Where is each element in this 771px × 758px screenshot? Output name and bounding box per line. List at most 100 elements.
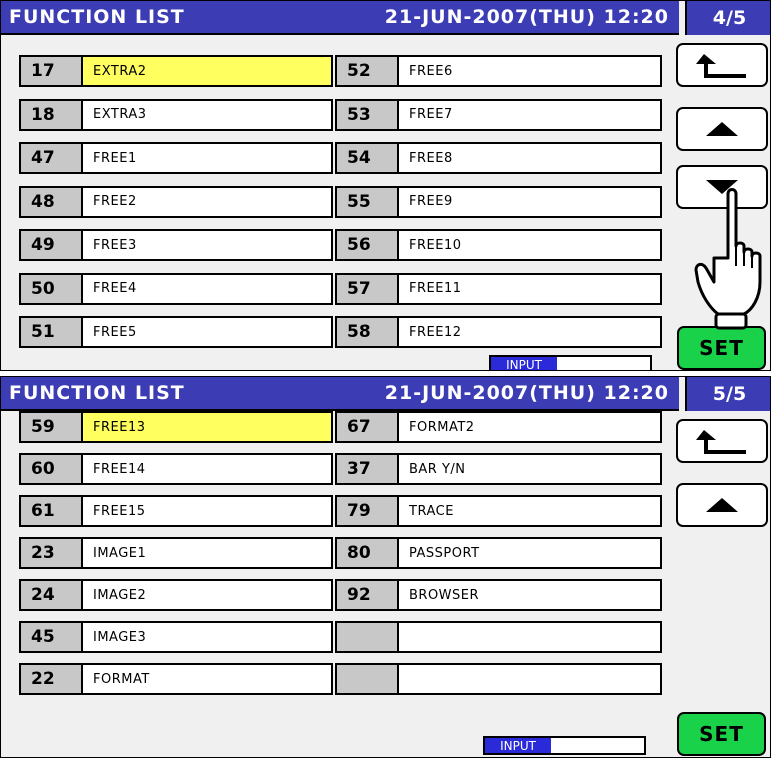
function-number: 23 — [21, 539, 83, 567]
function-number: 60 — [21, 455, 83, 483]
function-item[interactable]: 47 FREE1 — [19, 142, 333, 174]
function-item[interactable]: 51 FREE5 — [19, 316, 333, 348]
set-button[interactable]: SET — [677, 712, 766, 756]
function-item[interactable]: 58 FREE12 — [335, 316, 662, 348]
function-item[interactable]: 49 FREE3 — [19, 229, 333, 261]
function-number: 58 — [337, 318, 399, 346]
function-item[interactable]: 37 BAR Y/N — [335, 453, 662, 485]
function-label: FREE13 — [83, 413, 331, 441]
page-up-button[interactable] — [676, 483, 768, 527]
function-item[interactable]: 56 FREE10 — [335, 229, 662, 261]
function-label: FREE6 — [409, 63, 453, 79]
pointing-hand-icon — [694, 188, 762, 330]
function-label: BROWSER — [409, 587, 480, 603]
function-label: FORMAT2 — [409, 419, 475, 435]
function-number: 50 — [21, 274, 83, 303]
function-number: 45 — [21, 623, 83, 651]
function-label: FREE15 — [93, 503, 146, 519]
function-label: TRACE — [409, 503, 454, 519]
function-number: 79 — [337, 497, 399, 525]
function-label: BAR Y/N — [409, 461, 466, 477]
function-label: EXTRA2 — [83, 57, 331, 85]
function-list-screen-page-5: FUNCTION LIST 21-JUN-2007(THU) 12:20 5/5… — [0, 376, 771, 758]
datetime: 21-JUN-2007(THU) 12:20 — [384, 6, 669, 28]
function-item[interactable]: 67 FORMAT2 — [335, 411, 662, 443]
function-label: FREE5 — [93, 324, 137, 340]
function-number: 47 — [21, 144, 83, 172]
function-item[interactable]: 59 FREE13 — [19, 411, 333, 443]
back-arrow-icon — [696, 430, 746, 454]
function-number: 18 — [21, 100, 83, 129]
function-number: 67 — [337, 413, 399, 441]
back-button[interactable] — [676, 419, 768, 463]
function-item[interactable]: 45 IMAGE3 — [19, 621, 333, 653]
page-up-button[interactable] — [676, 107, 768, 151]
datetime: 21-JUN-2007(THU) 12:20 — [384, 382, 669, 404]
function-item[interactable]: 50 FREE4 — [19, 272, 333, 305]
function-number: 22 — [21, 665, 83, 693]
function-number: 80 — [337, 539, 399, 567]
function-label: IMAGE2 — [93, 587, 147, 603]
input-label: INPUT — [485, 738, 551, 753]
empty-function-slot[interactable] — [335, 621, 662, 653]
function-label: FREE10 — [409, 237, 462, 253]
function-item[interactable]: 48 FREE2 — [19, 185, 333, 218]
function-item[interactable]: 22 FORMAT — [19, 663, 333, 695]
function-list-screen-page-4: FUNCTION LIST 21-JUN-2007(THU) 12:20 4/5… — [0, 0, 771, 371]
function-label: FREE7 — [409, 107, 453, 122]
function-number: 61 — [21, 497, 83, 525]
function-item[interactable]: 79 TRACE — [335, 495, 662, 527]
function-item[interactable]: 52 FREE6 — [335, 55, 662, 87]
function-label: FREE4 — [93, 281, 137, 296]
function-item[interactable]: 53 FREE7 — [335, 98, 662, 131]
empty-function-slot[interactable] — [335, 663, 662, 695]
function-label: FREE1 — [93, 150, 137, 166]
function-number: 54 — [337, 144, 399, 172]
page-indicator: 5/5 — [685, 377, 770, 411]
function-label: FREE9 — [409, 194, 453, 209]
function-item[interactable]: 24 IMAGE2 — [19, 579, 333, 611]
screen-title: FUNCTION LIST — [9, 382, 185, 404]
function-item[interactable]: 23 IMAGE1 — [19, 537, 333, 569]
function-number: 51 — [21, 318, 83, 346]
function-item[interactable]: 55 FREE9 — [335, 185, 662, 218]
input-field[interactable]: INPUT — [489, 355, 652, 370]
back-arrow-icon — [696, 54, 746, 78]
function-number: 56 — [337, 231, 399, 259]
function-number: 92 — [337, 581, 399, 609]
function-label — [399, 623, 660, 651]
function-item[interactable]: 92 BROWSER — [335, 579, 662, 611]
function-item[interactable]: 57 FREE11 — [335, 272, 662, 305]
function-number — [337, 665, 399, 693]
function-label: FORMAT — [93, 671, 150, 687]
function-item[interactable]: 80 PASSPORT — [335, 537, 662, 569]
function-item[interactable]: 60 FREE14 — [19, 453, 333, 485]
input-field[interactable]: INPUT — [483, 736, 646, 755]
function-item[interactable]: 18 EXTRA3 — [19, 98, 333, 131]
page-indicator: 4/5 — [685, 1, 770, 35]
function-label: FREE8 — [409, 150, 453, 166]
function-number: 48 — [21, 187, 83, 216]
screen-title: FUNCTION LIST — [9, 6, 185, 28]
function-label: FREE12 — [409, 324, 462, 340]
function-number: 24 — [21, 581, 83, 609]
input-label: INPUT — [491, 357, 557, 370]
up-arrow-icon — [706, 122, 738, 136]
function-label: PASSPORT — [409, 545, 480, 561]
function-item[interactable]: 54 FREE8 — [335, 142, 662, 174]
function-label: FREE14 — [93, 461, 146, 477]
function-label: FREE2 — [93, 194, 137, 209]
function-number: 57 — [337, 274, 399, 303]
function-item[interactable]: 17 EXTRA2 — [19, 55, 333, 87]
function-number: 55 — [337, 187, 399, 216]
title-bar: FUNCTION LIST 21-JUN-2007(THU) 12:20 — [1, 1, 679, 35]
function-number: 52 — [337, 57, 399, 85]
function-label — [399, 665, 660, 693]
function-label: EXTRA3 — [93, 107, 147, 122]
back-button[interactable] — [676, 43, 768, 87]
function-number: 53 — [337, 100, 399, 129]
function-item[interactable]: 61 FREE15 — [19, 495, 333, 527]
function-number — [337, 623, 399, 651]
function-number: 59 — [21, 413, 83, 441]
function-number: 17 — [21, 57, 83, 85]
